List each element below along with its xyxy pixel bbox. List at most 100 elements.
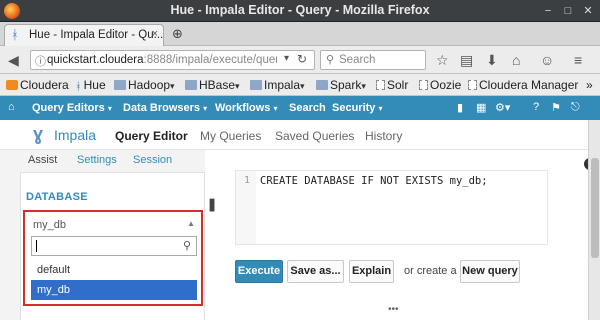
bookmark-oozie[interactable]: Oozie — [419, 78, 461, 92]
new-query-button[interactable]: New query — [460, 260, 520, 283]
panel-resize-handle[interactable]: ■ ■ ■ — [209, 197, 215, 215]
nav-data-browsers[interactable]: Data Browsers ▾ — [123, 102, 207, 114]
chevron-down-icon: ▾ — [378, 104, 383, 113]
url-host: quickstart.cloudera — [47, 54, 144, 66]
table-icon[interactable]: ▦ — [476, 101, 486, 114]
line-number: 1 — [244, 175, 251, 186]
nav-search[interactable]: Search — [289, 102, 326, 114]
bookmark-hadoop[interactable]: Hadoop▾ — [114, 78, 175, 92]
folder-icon — [185, 80, 197, 90]
tab-query-editor[interactable]: Query Editor — [115, 129, 188, 143]
tab-strip: ᚼ Hue - Impala Editor - Qu... × ⊕ — [0, 22, 600, 46]
window-titlebar: Hue - Impala Editor - Query - Mozilla Fi… — [0, 0, 600, 22]
cloudera-icon — [6, 80, 18, 90]
chevron-down-icon: ▾ — [235, 81, 240, 91]
bookmark-cloudera-manager[interactable]: Cloudera Manager — [468, 78, 578, 92]
minimize-button[interactable]: − — [540, 3, 556, 19]
nav-query-editors[interactable]: Query Editors ▾ — [32, 102, 112, 114]
url-text: quickstart.cloudera:8888/impala/execute/… — [47, 54, 277, 66]
bookmarks-overflow-icon[interactable]: » — [586, 78, 593, 92]
tab-history[interactable]: History — [365, 129, 402, 143]
query-editor[interactable]: 1 CREATE DATABASE IF NOT EXISTS my_db; — [235, 170, 548, 245]
tab-session[interactable]: Session — [133, 154, 172, 166]
home-icon[interactable]: ⌂ — [8, 101, 15, 113]
home-icon[interactable]: ⌂ — [512, 51, 520, 69]
scrollbar-thumb[interactable] — [591, 158, 599, 258]
close-window-button[interactable]: ✕ — [580, 3, 596, 19]
hue-icon: ᚼ — [75, 81, 82, 93]
bookmark-hbase[interactable]: HBase▾ — [185, 78, 240, 92]
site-info-icon[interactable]: ⓘ — [35, 53, 46, 69]
url-dropdown-icon[interactable]: ▾ — [284, 53, 289, 64]
text-cursor — [36, 240, 37, 252]
page-scrollbar[interactable] — [588, 120, 600, 320]
database-search-input[interactable]: ⚲ — [31, 236, 197, 256]
download-icon[interactable]: ⬇ — [486, 51, 498, 69]
tab-assist[interactable]: Assist — [28, 154, 57, 166]
reading-list-icon[interactable]: ▤ — [460, 51, 473, 69]
assist-panel: Assist Settings Session DATABASE my_db ▲… — [0, 150, 215, 320]
search-icon: ⚲ — [326, 54, 335, 66]
window-title: Hue - Impala Editor - Query - Mozilla Fi… — [170, 3, 430, 17]
tab-close-icon[interactable]: × — [152, 28, 158, 40]
back-icon[interactable]: ◀ — [8, 51, 19, 69]
app-header: ɣ Impala Query Editor My Queries Saved Q… — [0, 120, 600, 150]
chevron-down-icon: ▾ — [273, 104, 278, 113]
url-bar[interactable]: ⓘ quickstart.cloudera:8888/impala/execut… — [30, 50, 315, 70]
hue-favicon-icon: ᚼ — [11, 27, 19, 42]
chevron-down-icon: ▾ — [203, 104, 208, 113]
save-as-button[interactable]: Save as... — [287, 260, 344, 283]
search-icon: ⚲ — [182, 240, 191, 252]
selected-database: my_db — [33, 219, 67, 231]
database-option-default[interactable]: default — [31, 260, 197, 280]
chevron-up-icon: ▲ — [187, 219, 195, 228]
url-path: :8888/impala/execute/query/2: — [143, 54, 277, 66]
tab-settings[interactable]: Settings — [77, 154, 117, 166]
maximize-button[interactable]: □ — [560, 3, 576, 19]
database-option-my-db[interactable]: my_db — [31, 280, 197, 300]
hue-nav-bar: ⌂ Query Editors ▾ Data Browsers ▾ Workfl… — [0, 96, 600, 120]
database-heading: DATABASE — [26, 191, 88, 203]
nav-workflows[interactable]: Workflows ▾ — [215, 102, 278, 114]
search-bar[interactable]: ⚲ Search — [320, 50, 426, 70]
bookmark-cloudera[interactable]: Cloudera — [6, 78, 69, 92]
panel-resize-dots[interactable]: ••• — [388, 304, 399, 315]
bookmark-solr[interactable]: Solr — [376, 78, 408, 92]
bookmark-star-icon[interactable]: ☆ — [436, 51, 449, 69]
chevron-down-icon: ▾ — [361, 81, 366, 91]
bookmark-impala[interactable]: Impala▾ — [250, 78, 305, 92]
bookmark-spark[interactable]: Spark▾ — [316, 78, 366, 92]
help-icon[interactable]: ? — [533, 101, 539, 113]
database-select[interactable]: my_db ▲ — [31, 217, 197, 235]
flag-icon[interactable]: ⚑ — [551, 101, 561, 114]
chevron-down-icon: ▾ — [170, 81, 175, 91]
menu-icon[interactable]: ≡ — [574, 51, 582, 69]
new-tab-button[interactable]: ⊕ — [172, 26, 183, 42]
file-icon[interactable]: ▮ — [457, 101, 463, 114]
database-dropdown: my_db ▲ ⚲ default my_db — [23, 210, 203, 306]
folder-icon — [316, 80, 328, 90]
page-icon — [468, 80, 477, 90]
smiley-icon[interactable]: ☺ — [540, 51, 554, 69]
or-create-text: or create a — [404, 265, 457, 277]
execute-button[interactable]: Execute — [235, 260, 283, 283]
chevron-down-icon: ▾ — [107, 104, 112, 113]
nav-security[interactable]: Security ▾ — [332, 102, 383, 114]
reload-icon[interactable]: ↻ — [297, 52, 307, 66]
tab-my-queries[interactable]: My Queries — [200, 129, 261, 143]
bookmarks-toolbar: Cloudera ᚼ Hue Hadoop▾ HBase▾ Impala▾ Spa… — [0, 74, 600, 96]
folder-icon — [250, 80, 262, 90]
settings-icon[interactable]: ⚙▾ — [495, 101, 510, 114]
page-icon — [419, 80, 428, 90]
bookmark-hue[interactable]: ᚼ Hue — [75, 78, 106, 93]
page-icon — [376, 80, 385, 90]
impala-logo-icon: ɣ — [33, 124, 44, 144]
logout-icon[interactable]: ⎋ — [571, 101, 580, 114]
browser-tab[interactable]: ᚼ Hue - Impala Editor - Qu... × — [4, 24, 164, 46]
app-name[interactable]: Impala — [54, 127, 96, 143]
tab-saved-queries[interactable]: Saved Queries — [275, 129, 354, 143]
search-placeholder: Search — [339, 54, 376, 66]
explain-button[interactable]: Explain — [349, 260, 394, 283]
tab-title: Hue - Impala Editor - Qu... — [29, 29, 164, 41]
query-text[interactable]: CREATE DATABASE IF NOT EXISTS my_db; — [260, 175, 488, 187]
